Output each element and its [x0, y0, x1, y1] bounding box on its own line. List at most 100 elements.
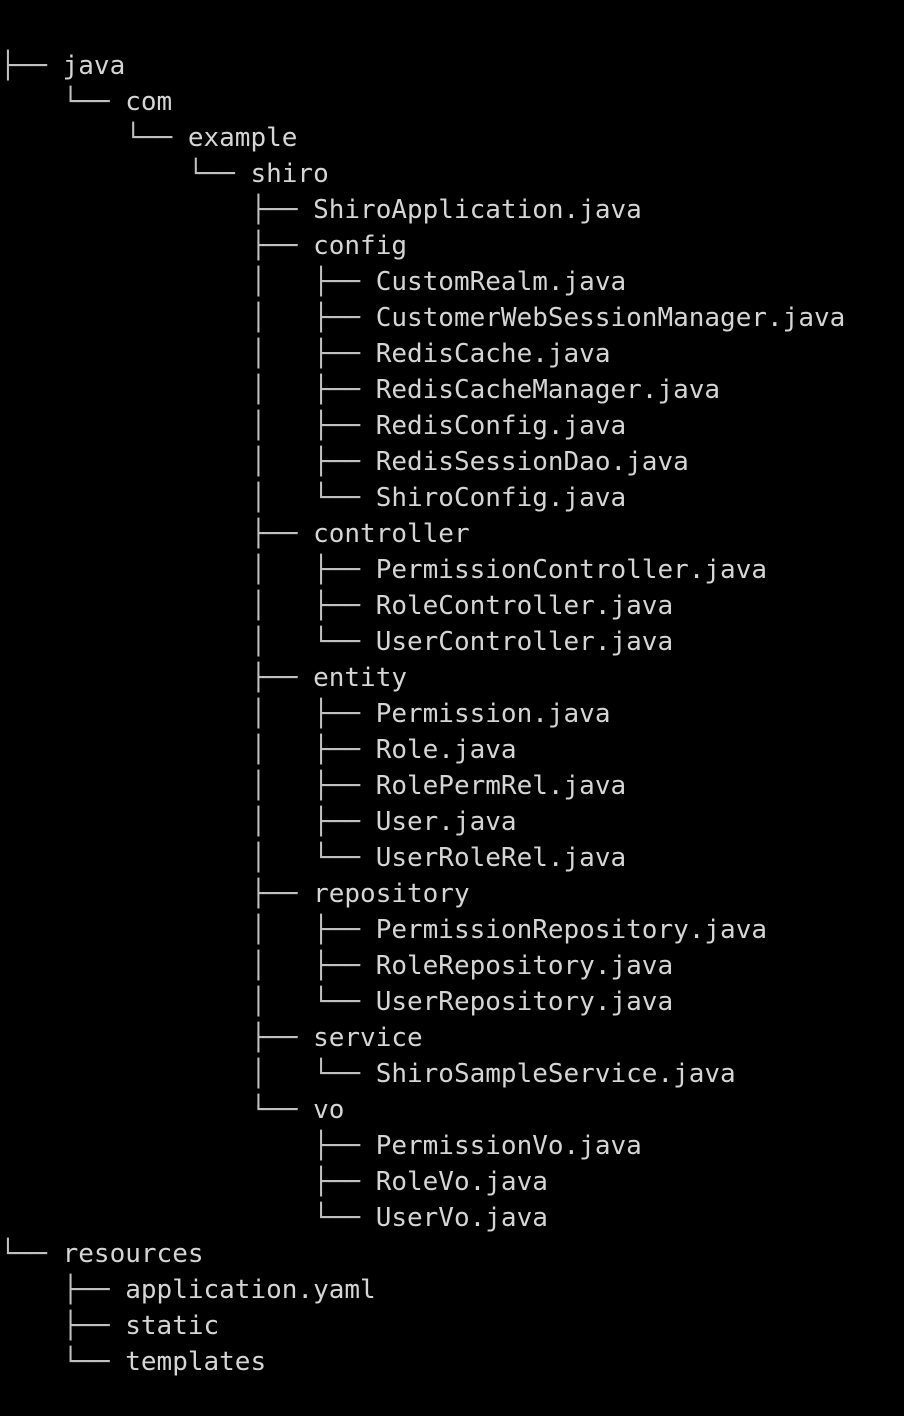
tree-branch-glyphs: ├── [0, 1311, 126, 1341]
tree-branch-glyphs: └── [0, 1095, 314, 1125]
tree-branch-glyphs: │ ├── [0, 735, 376, 765]
tree-directory-name: controller [313, 519, 470, 549]
tree-file-name: Permission.java [375, 699, 611, 729]
tree-branch-glyphs: ├── [0, 231, 314, 261]
tree-directory-name: resources [62, 1239, 204, 1269]
tree-line: │ └── ShiroConfig.java [0, 480, 904, 516]
tree-file-name: User.java [375, 807, 517, 837]
tree-file-name: UserRepository.java [375, 987, 674, 1017]
tree-line: │ ├── Role.java [0, 732, 904, 768]
tree-file-name: PermissionVo.java [375, 1131, 642, 1161]
tree-line: │ └── ShiroSampleService.java [0, 1056, 904, 1092]
tree-branch-glyphs: │ ├── [0, 807, 376, 837]
tree-file-name: CustomRealm.java [375, 267, 627, 297]
tree-line: └── example [0, 120, 904, 156]
tree-line: ├── application.yaml [0, 1272, 904, 1308]
tree-line: └── com [0, 84, 904, 120]
tree-line: ├── entity [0, 660, 904, 696]
tree-line: │ ├── PermissionController.java [0, 552, 904, 588]
tree-directory-name: com [125, 87, 173, 117]
tree-line: │ ├── RedisSessionDao.java [0, 444, 904, 480]
tree-branch-glyphs: ├── [0, 195, 314, 225]
tree-file-name: RedisCacheManager.java [375, 375, 721, 405]
tree-line: └── UserVo.java [0, 1200, 904, 1236]
tree-line: ├── static [0, 1308, 904, 1344]
tree-branch-glyphs: └── [0, 1347, 126, 1377]
tree-line: └── resources [0, 1236, 904, 1272]
tree-branch-glyphs: │ ├── [0, 915, 376, 945]
tree-branch-glyphs: │ └── [0, 843, 376, 873]
tree-file-name: PermissionRepository.java [375, 915, 768, 945]
tree-directory-name: static [125, 1311, 220, 1341]
tree-line: │ └── UserController.java [0, 624, 904, 660]
tree-line: ├── controller [0, 516, 904, 552]
tree-line: ├── PermissionVo.java [0, 1128, 904, 1164]
tree-file-name: RoleController.java [375, 591, 674, 621]
tree-branch-glyphs: │ └── [0, 627, 376, 657]
tree-line: │ ├── CustomRealm.java [0, 264, 904, 300]
tree-file-name: CustomerWebSessionManager.java [375, 303, 846, 333]
terminal-tree-output: ├── java └── com └── example └── shiro ├… [0, 0, 904, 1377]
tree-file-name: UserRoleRel.java [375, 843, 627, 873]
tree-line: │ ├── RoleRepository.java [0, 948, 904, 984]
tree-line: │ ├── Permission.java [0, 696, 904, 732]
tree-branch-glyphs: ├── [0, 519, 314, 549]
tree-branch-glyphs: ├── [0, 1167, 376, 1197]
tree-line: │ └── UserRoleRel.java [0, 840, 904, 876]
tree-branch-glyphs: ├── [0, 663, 314, 693]
tree-file-name: ShiroApplication.java [313, 195, 642, 225]
tree-line: ├── config [0, 228, 904, 264]
tree-branch-glyphs: │ ├── [0, 951, 376, 981]
tree-line: │ └── UserRepository.java [0, 984, 904, 1020]
tree-branch-glyphs: │ └── [0, 483, 376, 513]
tree-directory-name: shiro [250, 159, 329, 189]
tree-file-name: RedisSessionDao.java [375, 447, 689, 477]
tree-file-name: RedisCache.java [375, 339, 611, 369]
tree-file-name: PermissionController.java [375, 555, 768, 585]
tree-directory-name: entity [313, 663, 407, 693]
tree-branch-glyphs: │ ├── [0, 339, 376, 369]
tree-file-name: application.yaml [125, 1275, 376, 1305]
tree-directory-name: vo [313, 1095, 345, 1125]
tree-line: │ ├── RedisConfig.java [0, 408, 904, 444]
tree-line: │ ├── CustomerWebSessionManager.java [0, 300, 904, 336]
tree-file-name: RoleVo.java [375, 1167, 548, 1197]
tree-line: ├── ShiroApplication.java [0, 192, 904, 228]
tree-branch-glyphs: ├── [0, 1023, 314, 1053]
tree-branch-glyphs: │ ├── [0, 771, 376, 801]
tree-file-name: Role.java [375, 735, 517, 765]
tree-branch-glyphs: └── [0, 1203, 376, 1233]
tree-branch-glyphs: └── [0, 159, 251, 189]
tree-line: └── vo [0, 1092, 904, 1128]
tree-file-name: UserController.java [375, 627, 674, 657]
tree-line: │ ├── RedisCache.java [0, 336, 904, 372]
tree-file-name: ShiroConfig.java [375, 483, 627, 513]
tree-branch-glyphs: ├── [0, 879, 314, 909]
tree-branch-glyphs: │ ├── [0, 303, 376, 333]
tree-line: │ ├── RoleController.java [0, 588, 904, 624]
tree-file-name: RedisConfig.java [375, 411, 627, 441]
tree-branch-glyphs: ├── [0, 1275, 126, 1305]
tree-branch-glyphs: │ ├── [0, 375, 376, 405]
tree-line: ├── RoleVo.java [0, 1164, 904, 1200]
tree-branch-glyphs: │ └── [0, 1059, 376, 1089]
tree-line: ├── repository [0, 876, 904, 912]
tree-directory-name: service [313, 1023, 423, 1053]
tree-file-name: RoleRepository.java [375, 951, 674, 981]
tree-branch-glyphs: └── [0, 123, 188, 153]
tree-branch-glyphs: │ ├── [0, 411, 376, 441]
tree-line: ├── java [0, 48, 904, 84]
tree-branch-glyphs: │ ├── [0, 447, 376, 477]
tree-directory-name: java [62, 51, 126, 81]
tree-branch-glyphs: ├── [0, 1131, 376, 1161]
tree-directory-name: templates [125, 1347, 267, 1377]
tree-branch-glyphs: │ └── [0, 987, 376, 1017]
tree-branch-glyphs: ├── [0, 51, 63, 81]
tree-line: │ ├── RedisCacheManager.java [0, 372, 904, 408]
tree-branch-glyphs: │ ├── [0, 555, 376, 585]
tree-line: └── templates [0, 1344, 904, 1380]
tree-file-name: ShiroSampleService.java [375, 1059, 736, 1089]
tree-line: ├── service [0, 1020, 904, 1056]
tree-line: │ ├── PermissionRepository.java [0, 912, 904, 948]
directory-tree: ├── java └── com └── example └── shiro ├… [0, 48, 904, 1380]
